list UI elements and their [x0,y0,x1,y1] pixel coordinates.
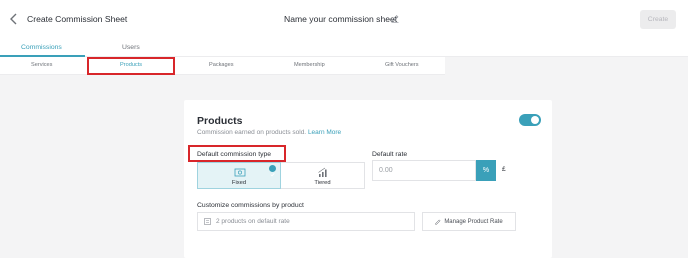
learn-more-link[interactable]: Learn More [308,129,341,136]
manage-label: Manage Product Rate [444,218,503,225]
product-rate-select[interactable]: 2 products on default rate [197,212,415,231]
card-description: Commission earned on products sold. Lear… [197,129,341,136]
subtab-membership[interactable]: Membership [294,62,325,68]
tab-commissions[interactable]: Commissions [21,44,62,51]
type-tiered-option[interactable]: Tiered [281,162,365,189]
selected-check-icon [269,165,276,177]
edit-pencil-icon[interactable] [391,14,399,23]
type-fixed-option[interactable]: Fixed [197,162,281,189]
subtab-services[interactable]: Services [31,62,52,68]
top-bar: Create Commission Sheet Name your commis… [0,0,688,41]
customize-label: Customize commissions by product [197,202,304,209]
card-title: Products [197,115,243,127]
toggle-knob [531,116,539,124]
percent-unit-button[interactable]: % [476,160,496,181]
main-tabs: Commissions Users [0,40,688,57]
subtab-packages[interactable]: Packages [209,62,234,68]
default-rate-input[interactable]: 0.00 [372,160,476,181]
commission-type-highlight [188,145,286,162]
tab-users[interactable]: Users [122,44,140,51]
products-tab-highlight [87,57,175,75]
products-toggle[interactable] [519,114,541,126]
list-icon [204,218,211,225]
create-button[interactable]: Create [640,10,676,29]
type-tiered-label: Tiered [314,180,331,186]
pencil-icon [435,219,441,225]
page-title: Create Commission Sheet [27,14,128,24]
subtab-gift-vouchers[interactable]: Gift Vouchers [385,62,419,68]
product-summary-text: 2 products on default rate [216,218,290,225]
default-rate-label: Default rate [372,151,408,158]
manage-product-rate-button[interactable]: Manage Product Rate [422,212,516,231]
currency-unit-button[interactable]: £ [502,166,506,173]
products-card: Products Commission earned on products s… [184,100,552,258]
sheet-name-field[interactable]: Name your commission sheet [284,14,397,24]
tiered-chart-icon [318,167,327,177]
type-fixed-label: Fixed [231,180,247,186]
subtabs: Services Products Packages Membership Gi… [0,57,445,75]
cash-icon [234,168,246,177]
description-text: Commission earned on products sold. [197,129,307,136]
back-arrow-icon[interactable] [9,12,19,26]
